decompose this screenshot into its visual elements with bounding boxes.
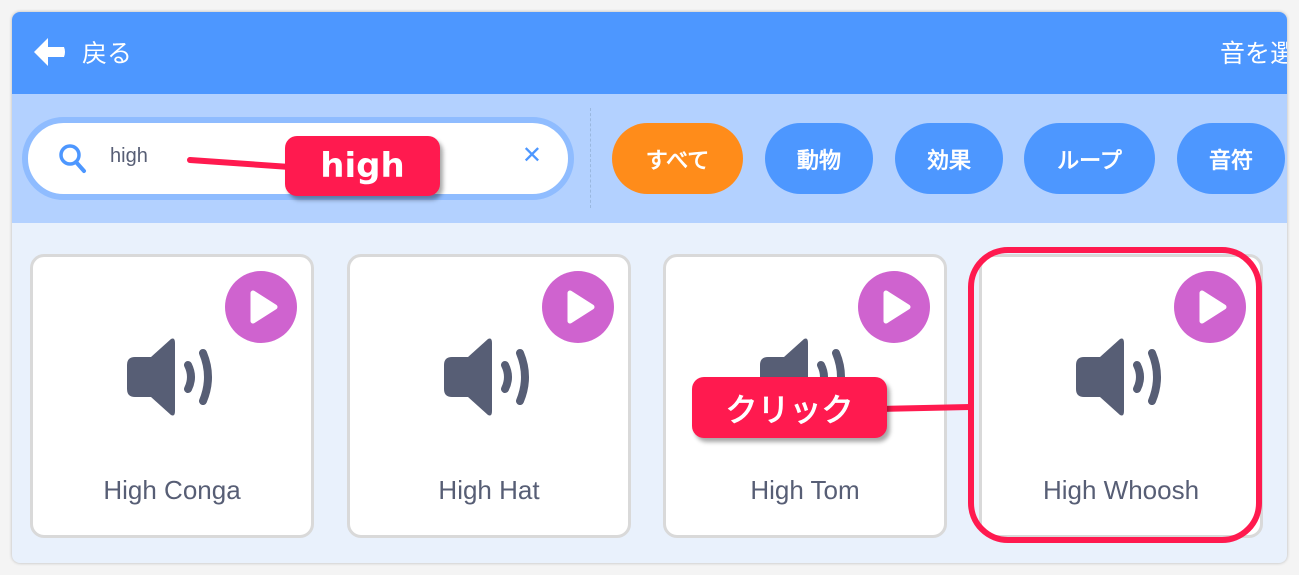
highlight-high-whoosh [968, 247, 1262, 543]
annotation-click: クリック [692, 377, 887, 438]
annotation-search: high [285, 136, 440, 196]
